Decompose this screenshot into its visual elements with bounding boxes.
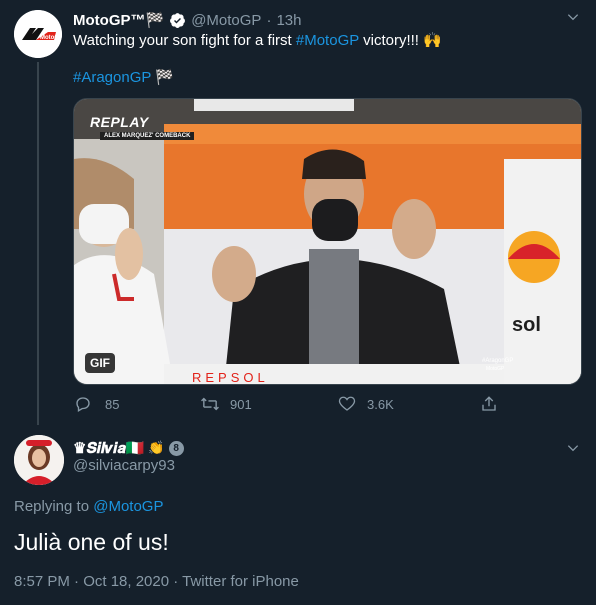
chevron-down-icon[interactable] [564,8,582,26]
tweet-time[interactable]: 13h [276,12,301,29]
replying-to-link[interactable]: @MotoGP [93,498,163,515]
like-count: 3.6K [367,396,394,412]
motogp-logo-icon: MotoGP [14,10,62,58]
profile-photo-image [14,435,64,485]
share-button[interactable] [479,393,499,415]
reply-text: Julià one of us! [14,529,169,555]
retweet-icon [200,394,220,414]
reply-icon [73,394,93,414]
like-button[interactable]: 3.6K [337,393,394,415]
tweet-hashtag-line: #AragonGP 🏁 [73,68,174,88]
parent-tweet-header: MotoGP™ 🏁 @MotoGP · 13h [73,10,301,30]
reply-count: 85 [105,396,120,412]
reply-author-handle[interactable]: @silviacarpy93 [73,457,175,474]
author-name[interactable]: MotoGP™ [73,12,146,29]
replying-to-line: Replying to @MotoGP [14,498,163,515]
reply-tweet[interactable]: ♛𝑺𝒊𝒍𝒗𝒊𝒂🇮🇹 👏 8 @silviacarpy93 Replying to… [0,425,596,605]
svg-text:MotoGP: MotoGP [40,35,62,41]
verified-icon [169,12,186,29]
tweet-actions: 85 901 3.6K [73,393,503,415]
corner-caption-1: #AragonGP [482,358,513,364]
author-handle[interactable]: @MotoGP [191,12,261,29]
gif-badge: GIF [85,353,115,373]
chevron-down-icon[interactable] [564,439,582,457]
corner-caption-2: MotoGP [486,366,505,372]
reply-button[interactable]: 85 [73,393,119,415]
tweet-text-prefix: Watching your son fight for a first [73,32,296,49]
time-separator: · [266,11,272,29]
retweet-count: 901 [230,396,252,412]
retweet-button[interactable]: 901 [200,393,252,415]
reply-tweet-header: ♛𝑺𝒊𝒍𝒗𝒊𝒂🇮🇹 👏 8 [73,438,184,458]
number-badge: 8 [168,440,184,456]
checkered-flag-emoji: 🏁 [145,12,165,29]
side-sponsor-text: sol [512,314,541,336]
checkered-flag-emoji: 🏁 [155,69,174,86]
parent-tweet[interactable]: MotoGP MotoGP™ 🏁 @MotoGP · 13h Watching … [0,0,596,425]
motogp-avatar[interactable]: MotoGP [14,10,62,58]
sponsor-text: REPSOL [192,370,269,385]
gif-media[interactable]: REPSOL sol #AragonGP MotoGP REPLAY ALEX … [73,98,582,385]
tweet-text: Watching your son fight for a first #Mot… [73,31,442,51]
hands-emoji: 👏 [148,440,165,455]
tweet-text-suffix: victory!!! 🙌 [358,32,442,49]
replay-caption: ALEX MARQUEZ' COMEBACK [100,132,195,140]
replay-label: REPLAY [90,114,149,130]
replying-to-prefix: Replying to [14,498,94,515]
aragongp-hashtag-link[interactable]: #AragonGP [73,69,151,86]
share-icon [479,394,499,414]
thread-line [37,62,39,425]
motogp-hashtag-link[interactable]: #MotoGP [296,32,359,49]
silvia-avatar[interactable] [14,435,64,485]
reply-author-name[interactable]: ♛𝑺𝒊𝒍𝒗𝒊𝒂🇮🇹 [73,439,144,457]
heart-icon [337,394,357,414]
gif-scene-image: REPSOL sol #AragonGP MotoGP [74,99,581,385]
reply-timestamp[interactable]: 8:57 PM · Oct 18, 2020 · Twitter for iPh… [14,573,299,590]
